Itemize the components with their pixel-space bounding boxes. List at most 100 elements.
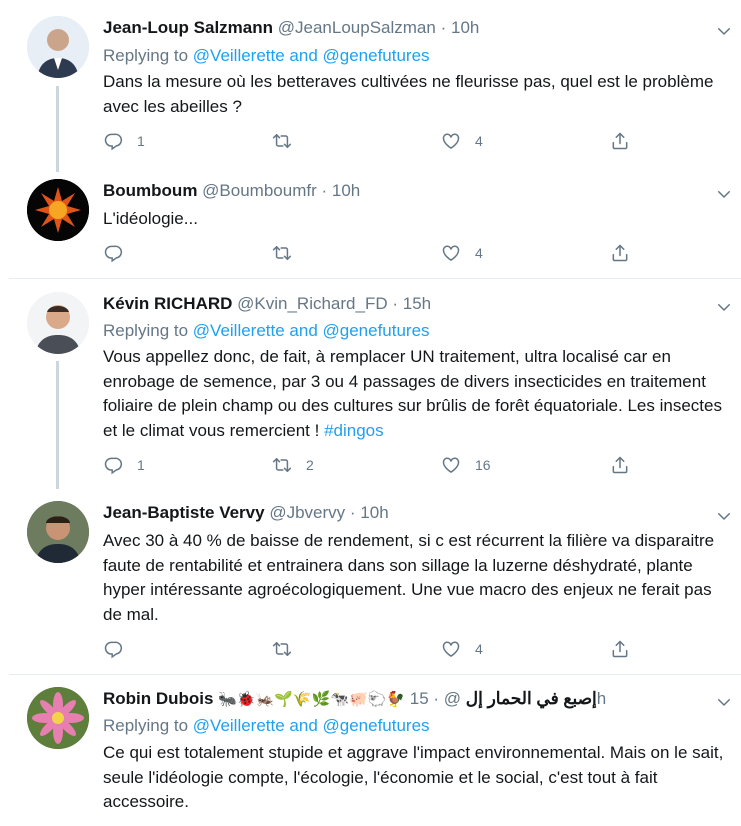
name-emojis: 🐜🐞🦗🌱🌾🌿🐄🐖🐑🐓 — [218, 691, 405, 708]
reply-icon — [103, 455, 123, 475]
share-button[interactable] — [610, 131, 630, 151]
like-icon — [441, 639, 461, 659]
tweet-text: Vous appellez donc, de fait, à remplacer… — [103, 345, 731, 443]
user-handle[interactable]: @Jbvervy — [269, 503, 345, 522]
retweet-icon — [272, 243, 292, 263]
replying-to-label: Replying to — [103, 321, 193, 340]
user-handle[interactable]: @ — [444, 689, 461, 708]
tweet-header: Jean-Loup Salzmann @JeanLoupSalzman · 10… — [103, 18, 479, 38]
share-button[interactable] — [610, 455, 630, 475]
like-count: 16 — [475, 457, 491, 473]
share-icon — [610, 639, 630, 659]
reply-count: 1 — [137, 133, 145, 149]
user-handle[interactable]: @Boumboumfr — [202, 181, 317, 200]
timestamp[interactable]: 10h — [360, 503, 388, 522]
replying-to-links[interactable]: @Veillerette and @genefutures — [193, 716, 430, 735]
timestamp[interactable]: 15h — [403, 294, 431, 313]
tweet-actions: 1 2 16 — [103, 455, 643, 479]
tweet-3[interactable]: Kévin RICHARD @Kvin_Richard_FD · 15h Rep… — [0, 279, 741, 489]
tweet-1[interactable]: Jean-Loup Salzmann @JeanLoupSalzman · 10… — [0, 0, 741, 172]
replying-to: Replying to @Veillerette and @genefuture… — [103, 46, 430, 66]
share-button[interactable] — [610, 243, 630, 263]
display-name[interactable]: Robin Dubois — [103, 689, 213, 708]
reply-button[interactable]: 1 — [103, 455, 145, 475]
chevron-down-icon[interactable] — [715, 693, 733, 711]
replying-to-links[interactable]: @Veillerette and @genefutures — [193, 321, 430, 340]
reply-button[interactable] — [103, 243, 137, 263]
retweet-button[interactable] — [272, 639, 306, 659]
tweet-text-content: Vous appellez donc, de fait, à remplacer… — [103, 347, 722, 440]
display-name[interactable]: Boumboum — [103, 181, 197, 200]
retweet-button[interactable]: 2 — [272, 455, 314, 475]
separator-dot: · — [440, 18, 447, 37]
user-handle[interactable]: @JeanLoupSalzman — [278, 18, 436, 37]
share-button[interactable] — [610, 639, 630, 659]
like-button[interactable]: 16 — [441, 455, 491, 475]
separator-dot: · — [433, 689, 440, 708]
tweet-4[interactable]: Jean-Baptiste Vervy @Jbvervy · 10h Avec … — [0, 488, 741, 674]
retweet-icon — [272, 131, 292, 151]
user-handle[interactable]: @Kvin_Richard_FD — [237, 294, 387, 313]
tweet-header: Kévin RICHARD @Kvin_Richard_FD · 15h — [103, 294, 431, 314]
retweet-icon — [272, 639, 292, 659]
like-count: 4 — [475, 245, 483, 261]
display-name[interactable]: Jean-Loup Salzmann — [103, 18, 273, 37]
timestamp[interactable]: 10h — [451, 18, 479, 37]
avatar[interactable] — [27, 687, 89, 749]
tweet-header: Boumboum @Boumboumfr · 10h — [103, 181, 360, 201]
tweet-2[interactable]: Boumboum @Boumboumfr · 10h L'idéologie..… — [0, 165, 741, 278]
thread-line — [56, 86, 59, 172]
replying-to: Replying to @Veillerette and @genefuture… — [103, 321, 430, 341]
avatar[interactable] — [27, 292, 89, 354]
thread-line — [56, 361, 59, 489]
avatar[interactable] — [27, 501, 89, 563]
tweet-text: L'idéologie... — [103, 209, 198, 228]
tweet-actions: 4 — [103, 639, 643, 663]
like-count: 4 — [475, 641, 483, 657]
retweet-button[interactable] — [272, 243, 306, 263]
replying-to-label: Replying to — [103, 46, 193, 65]
share-icon — [610, 455, 630, 475]
separator-dot: · — [392, 294, 399, 313]
replying-to: Replying to @Veillerette and @genefuture… — [103, 716, 430, 736]
like-button[interactable]: 4 — [441, 131, 483, 151]
retweet-button[interactable] — [272, 131, 306, 151]
reply-button[interactable]: 1 — [103, 131, 145, 151]
tweet-actions: 4 — [103, 243, 643, 267]
tweet-text: Ce qui est totalement stupide et aggrave… — [103, 743, 724, 811]
retweet-count: 2 — [306, 457, 314, 473]
separator-dot: · — [349, 503, 356, 522]
like-count: 4 — [475, 133, 483, 149]
display-name-arabic[interactable]: إصبع في الحمار إل — [466, 689, 597, 708]
avatar[interactable] — [27, 16, 89, 78]
like-button[interactable]: 4 — [441, 639, 483, 659]
chevron-down-icon[interactable] — [715, 22, 733, 40]
hashtag-link[interactable]: #dingos — [324, 421, 384, 440]
replying-to-label: Replying to — [103, 716, 193, 735]
like-icon — [441, 243, 461, 263]
reply-icon — [103, 131, 123, 151]
like-icon — [441, 131, 461, 151]
separator-dot: · — [321, 181, 328, 200]
avatar[interactable] — [27, 179, 89, 241]
tweet-actions: 1 4 — [103, 131, 643, 155]
replying-to-links[interactable]: @Veillerette and @genefutures — [193, 46, 430, 65]
like-button[interactable]: 4 — [441, 243, 483, 263]
chevron-down-icon[interactable] — [715, 298, 733, 316]
display-name[interactable]: Kévin RICHARD — [103, 294, 232, 313]
reply-icon — [103, 243, 123, 263]
tweet-5[interactable]: Robin Dubois 🐜🐞🦗🌱🌾🌿🐄🐖🐑🐓 إصبع في الحمار إ… — [0, 675, 741, 826]
chevron-down-icon[interactable] — [715, 507, 733, 525]
tweet-text: Dans la mesure où les betteraves cultivé… — [103, 72, 714, 116]
timestamp[interactable]: 10h — [332, 181, 360, 200]
share-icon — [610, 243, 630, 263]
chevron-down-icon[interactable] — [715, 185, 733, 203]
tweet-header: Robin Dubois 🐜🐞🦗🌱🌾🌿🐄🐖🐑🐓 إصبع في الحمار إ… — [103, 689, 606, 709]
reply-count: 1 — [137, 457, 145, 473]
tweet-text: Avec 30 à 40 % de baisse de rendement, s… — [103, 531, 715, 624]
reply-button[interactable] — [103, 639, 137, 659]
display-name[interactable]: Jean-Baptiste Vervy — [103, 503, 265, 522]
reply-icon — [103, 639, 123, 659]
share-icon — [610, 131, 630, 151]
tweet-header: Jean-Baptiste Vervy @Jbvervy · 10h — [103, 503, 389, 523]
